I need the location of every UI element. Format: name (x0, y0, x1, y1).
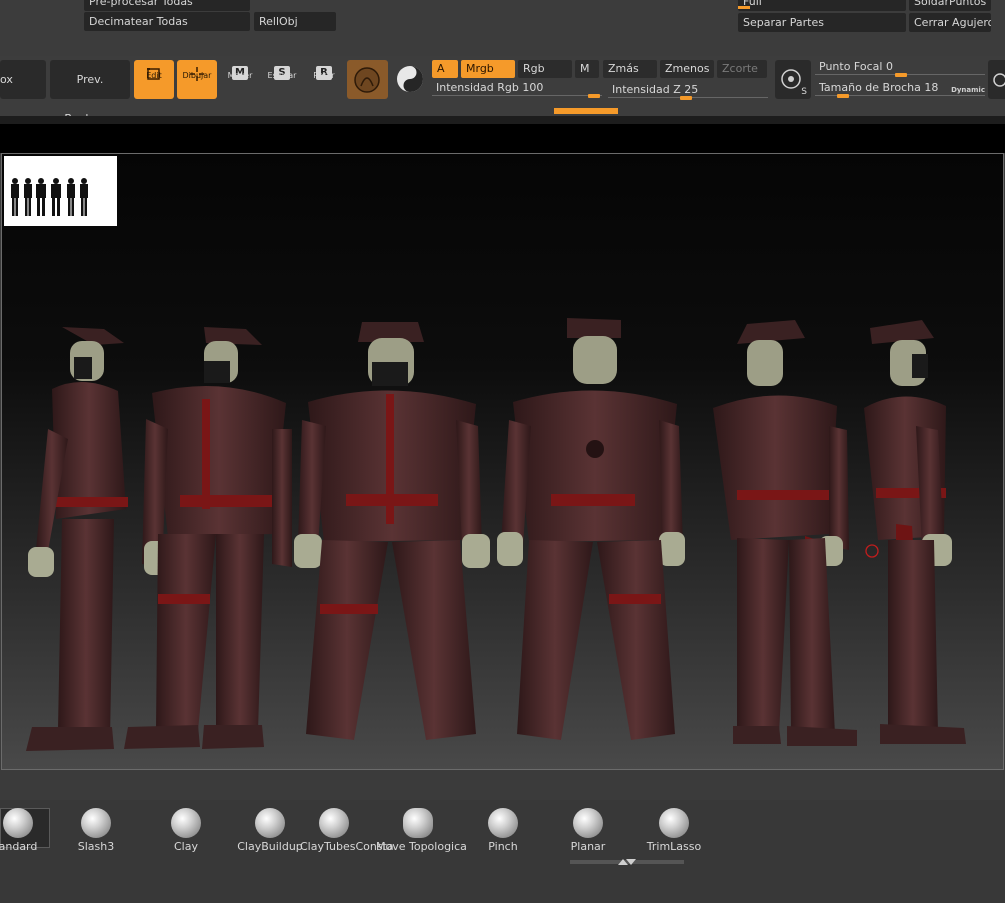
stroke-button[interactable] (392, 60, 428, 99)
z-intensity-slider[interactable]: Intensidad Z 25 (608, 82, 768, 100)
brush-size-value: 18 (924, 81, 939, 94)
weld-points-button[interactable]: SoldarPuntos (909, 0, 991, 11)
active-tab-indicator (554, 108, 618, 114)
s-label: S (801, 87, 807, 97)
brush-size-slider[interactable]: Tamaño de Brocha 18 Dynamic (815, 80, 985, 98)
figure-back-three-quarter (713, 320, 857, 746)
rgb-intensity-label: Intensidad Rgb (436, 81, 519, 94)
rellobj-button[interactable]: RellObj (254, 12, 336, 31)
circle-icon (993, 73, 1005, 87)
slash3-brush-icon (81, 808, 111, 838)
split-parts-button[interactable]: Separar Partes (738, 13, 906, 32)
figure-front (294, 322, 490, 740)
brush-claybuildup[interactable]: ClayBuildup (237, 808, 303, 854)
brush-label: Move Topologica (376, 840, 467, 853)
figure-side-left (26, 327, 128, 751)
brush-pinch[interactable]: Pinch (471, 808, 535, 854)
brush-label: Pinch (488, 840, 518, 853)
trimlasso-brush-icon (659, 808, 689, 838)
z-intensity-label: Intensidad Z (612, 83, 681, 96)
focal-target-icon (781, 69, 801, 89)
shelf-expand-icon[interactable] (616, 857, 636, 867)
material-button[interactable] (347, 60, 388, 99)
close-holes-button[interactable]: Cerrar Agujeros (909, 13, 991, 32)
brush-label: ClayBuildup (237, 840, 303, 853)
symmetry-button[interactable]: S (775, 60, 811, 99)
brush-move-topological[interactable]: Move Topologica (376, 808, 467, 854)
dynamic-toggle[interactable]: Dynamic (951, 82, 985, 98)
full-dropdown[interactable]: Full (738, 0, 906, 11)
brush-slash3[interactable]: Slash3 (64, 808, 128, 854)
brush-size-knob[interactable] (837, 94, 849, 98)
pinch-brush-icon (488, 808, 518, 838)
brush-label: TrimLasso (646, 840, 702, 853)
move-topological-brush-icon (403, 808, 433, 838)
figure-back (497, 318, 685, 740)
focal-value: 0 (885, 60, 893, 73)
figure-side-right (864, 320, 966, 744)
stroke-sphere-icon (397, 66, 423, 92)
brush-label: Slash3 (77, 840, 115, 853)
zsub-toggle[interactable]: Zmenos (660, 60, 714, 78)
zcut-toggle[interactable]: Zcorte (717, 60, 767, 78)
move-label: Mover (227, 71, 253, 80)
brush-label: Planar (570, 840, 606, 853)
zadd-toggle[interactable]: Zmás (603, 60, 657, 78)
rgb-intensity-value: 100 (522, 81, 544, 94)
focal-label: Punto Focal (819, 60, 883, 73)
brush-label: Clay (174, 840, 198, 853)
viewport-header (0, 124, 1005, 153)
z-intensity-knob[interactable] (680, 96, 692, 100)
prev-boolean-button[interactable]: Prev. Booleana (50, 60, 130, 125)
brush-label: ClayTubesConsta (300, 840, 394, 853)
rgb-intensity-slider[interactable]: Intensidad Rgb 100 (432, 80, 602, 98)
brush-trimlasso[interactable]: TrimLasso (642, 808, 706, 854)
clay-brush-icon (171, 808, 201, 838)
edit-label: Edit (146, 71, 162, 80)
preprocess-all-button[interactable]: Pre-procesar Todas (84, 0, 250, 11)
brush-planar[interactable]: Planar (556, 808, 620, 854)
viewport-top-bar (0, 116, 1005, 124)
standard-brush-icon (3, 808, 33, 838)
rgb-intensity-track (432, 95, 602, 96)
brush-standard[interactable]: andard (0, 808, 50, 854)
edge-button[interactable] (988, 60, 1005, 99)
brush-label: andard (0, 840, 38, 853)
rotate-button[interactable]: R Rotar (305, 60, 343, 99)
claybuildup-brush-icon (255, 808, 285, 838)
draw-button[interactable]: Dibujar (177, 60, 217, 99)
claytubes-brush-icon (319, 808, 349, 838)
brush-claytubes[interactable]: ClayTubesConsta (300, 808, 394, 854)
brush-cursor-icon (865, 544, 879, 558)
rgb-intensity-knob[interactable] (588, 94, 600, 98)
brush-size-label: Tamaño de Brocha (819, 81, 921, 94)
decimate-all-button[interactable]: Decimatear Todas (84, 12, 250, 31)
scale-button[interactable]: S Escalar (263, 60, 301, 99)
rgb-toggle[interactable]: Rgb (518, 60, 572, 78)
material-sphere-icon (354, 67, 380, 93)
planar-brush-icon (573, 808, 603, 838)
move-button[interactable]: M Mover (221, 60, 259, 99)
z-intensity-value: 25 (684, 83, 699, 96)
figures-scene (26, 318, 966, 751)
focal-knob[interactable] (895, 73, 907, 77)
mrgb-toggle[interactable]: Mrgb (461, 60, 515, 78)
draw-label: Dibujar (182, 71, 212, 80)
3d-canvas[interactable] (1, 153, 1004, 770)
rotate-label: Rotar (313, 71, 335, 80)
full-slider-knob (738, 6, 750, 9)
m-toggle[interactable]: M (575, 60, 599, 78)
box-label: ox (0, 73, 13, 86)
box-button[interactable]: ox (0, 60, 46, 99)
figure-three-quarter (124, 327, 292, 749)
a-toggle[interactable]: A (432, 60, 458, 78)
brush-clay[interactable]: Clay (154, 808, 218, 854)
scale-label: Escalar (267, 71, 297, 80)
edit-button[interactable]: Edit (134, 60, 174, 99)
focal-shift-slider[interactable]: Punto Focal 0 (815, 59, 985, 77)
